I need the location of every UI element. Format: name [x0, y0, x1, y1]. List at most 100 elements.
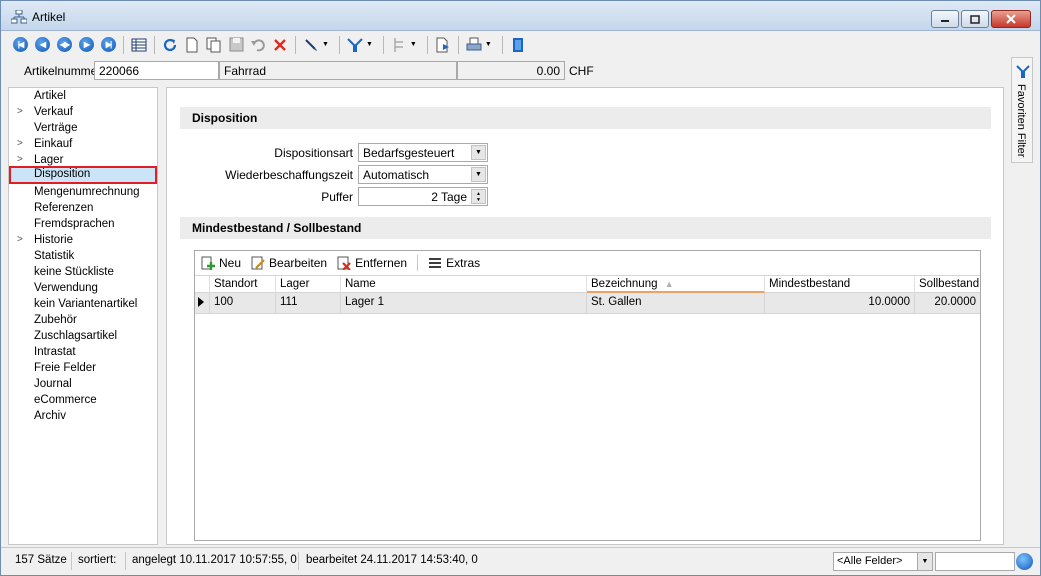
column-header-bezeichnung[interactable]: Bezeichnung ▲	[587, 276, 765, 293]
close-window-button[interactable]	[991, 10, 1031, 28]
filter-icon	[347, 37, 363, 52]
column-header-label: Bezeichnung	[591, 278, 658, 290]
chevron-down-icon[interactable]: ▼	[410, 41, 417, 48]
copy-button[interactable]	[205, 36, 223, 54]
entfernen-button[interactable]: Entfernen	[337, 256, 407, 270]
goto-record-button[interactable]: ◀▶	[55, 36, 73, 54]
sidebar-item-verkauf[interactable]: > Verkauf	[9, 104, 157, 120]
first-record-icon: |◀	[12, 37, 28, 52]
bearbeiten-button[interactable]: Bearbeiten	[251, 256, 327, 270]
list-view-button[interactable]	[130, 36, 148, 54]
sidebar-item-zubehoer[interactable]: Zubehör	[9, 312, 157, 328]
dispositionsart-select[interactable]: Bedarfsgesteuert ▼	[358, 143, 488, 162]
column-header-sollbestand[interactable]: Sollbestand	[915, 276, 980, 293]
column-header-lager[interactable]: Lager	[276, 276, 341, 293]
next-record-icon: ▶	[78, 37, 94, 52]
save-icon	[229, 37, 243, 52]
previous-record-button[interactable]: ◀	[33, 36, 51, 54]
sidebar-item-label: Journal	[34, 378, 72, 390]
first-record-button[interactable]: |◀	[11, 36, 29, 54]
sidebar-item-journal[interactable]: Journal	[9, 376, 157, 392]
window-title: Artikel	[32, 10, 66, 24]
wiederbeschaffungszeit-label-wrap: Wiederbeschaffungszeit	[167, 166, 353, 184]
column-header-mindestbestand[interactable]: Mindestbestand	[765, 276, 915, 293]
chevron-down-icon[interactable]: ▼	[322, 41, 329, 48]
delete-button[interactable]	[271, 36, 289, 54]
favoriten-filter-panel[interactable]: Favoriten Filter	[1011, 57, 1033, 163]
sidebar-item-fremdsprachen[interactable]: Fremdsprachen	[9, 216, 157, 232]
new-document-button[interactable]	[183, 36, 201, 54]
undo-button[interactable]	[249, 36, 267, 54]
sidebar-item-verwendung[interactable]: Verwendung	[9, 280, 157, 296]
refresh-button[interactable]	[161, 36, 179, 54]
status-search-input[interactable]	[935, 552, 1015, 571]
sidebar-item-referenzen[interactable]: Referenzen	[9, 200, 157, 216]
column-header-name[interactable]: Name	[341, 276, 587, 293]
sidebar-item-label: eCommerce	[34, 394, 97, 406]
chevron-down-icon[interactable]: ▼	[917, 552, 933, 571]
save-button[interactable]	[227, 36, 245, 54]
chevron-down-icon[interactable]: ▼	[471, 145, 486, 160]
sidebar-item-label: Verkauf	[34, 106, 73, 118]
globe-search-icon[interactable]	[1016, 553, 1033, 570]
delete-x-icon	[274, 38, 286, 51]
pick-button[interactable]	[302, 36, 320, 54]
disposition-section-title: Disposition	[180, 107, 991, 129]
close-icon	[1006, 14, 1016, 24]
print-button[interactable]	[465, 36, 483, 54]
tree-icon	[394, 37, 403, 52]
last-record-button[interactable]: ▶|	[99, 36, 117, 54]
artikelnummer-input[interactable]: 220066	[94, 61, 219, 80]
maximize-button[interactable]	[961, 10, 989, 28]
artikel-window: Artikel |◀ ◀ ◀▶ ▶ ▶| ▼ ▼ ▼ ▼ Artikelnumm…	[0, 0, 1041, 576]
minimize-icon	[941, 20, 949, 22]
column-header-standort[interactable]: Standort	[210, 276, 276, 293]
puffer-stepper[interactable]: 2 Tage ▲ ▼	[358, 187, 488, 206]
sidebar-item-vertraege[interactable]: Verträge	[9, 120, 157, 136]
dispositionsart-label-wrap: Dispositionsart	[167, 144, 353, 162]
minimize-button[interactable]	[931, 10, 959, 28]
chevron-down-icon[interactable]: ▼	[485, 41, 492, 48]
article-price-field: 0.00	[457, 61, 565, 80]
filter-button[interactable]	[346, 36, 364, 54]
sidebar-item-mengenumrechnung[interactable]: Mengenumrechnung	[9, 184, 157, 200]
printer-icon	[466, 37, 482, 50]
address-book-button[interactable]	[509, 36, 527, 54]
table-row[interactable]: 100 111 Lager 1 St. Gallen 10.0000 20.00…	[195, 293, 980, 314]
neu-button[interactable]: Neu	[201, 256, 241, 270]
sidebar-item-label: Intrastat	[34, 346, 76, 358]
sidebar-item-disposition[interactable]: Disposition	[9, 166, 157, 184]
sidebar-item-ecommerce[interactable]: eCommerce	[9, 392, 157, 408]
extras-label: Extras	[446, 256, 481, 270]
chevron-down-icon[interactable]: ▼	[366, 41, 373, 48]
chevron-right-icon[interactable]: >	[17, 232, 23, 248]
sidebar-item-einkauf[interactable]: > Einkauf	[9, 136, 157, 152]
entfernen-label: Entfernen	[355, 256, 408, 270]
sidebar-item-archiv[interactable]: Archiv	[9, 408, 157, 424]
cell-lager: 111	[276, 293, 341, 313]
chevron-right-icon[interactable]: >	[17, 104, 23, 120]
edit-icon	[251, 256, 265, 270]
sidebar-item-freie-felder[interactable]: Freie Felder	[9, 360, 157, 376]
chevron-down-icon[interactable]: ▼	[471, 167, 486, 182]
stepper-arrows-icon[interactable]: ▲ ▼	[471, 189, 486, 204]
sidebar-item-historie[interactable]: > Historie	[9, 232, 157, 248]
status-separator	[71, 552, 72, 570]
sidebar-item-zuschlagsartikel[interactable]: Zuschlagsartikel	[9, 328, 157, 344]
chevron-right-icon[interactable]: >	[17, 136, 23, 152]
sidebar-item-stueckliste[interactable]: keine Stückliste	[9, 264, 157, 280]
extras-button[interactable]: Extras	[428, 256, 480, 270]
sidebar-item-intrastat[interactable]: Intrastat	[9, 344, 157, 360]
next-record-button[interactable]: ▶	[77, 36, 95, 54]
wiederbeschaffungszeit-select[interactable]: Automatisch ▼	[358, 165, 488, 184]
sidebar-item-statistik[interactable]: Statistik	[9, 248, 157, 264]
sort-status: sortiert:	[78, 554, 117, 566]
sidebar-item-artikel[interactable]: Artikel	[9, 88, 157, 104]
tree-button[interactable]	[390, 36, 408, 54]
field-filter-select[interactable]: <Alle Felder>	[833, 552, 919, 571]
sidebar-item-variantenartikel[interactable]: kein Variantenartikel	[9, 296, 157, 312]
export-button[interactable]	[434, 36, 452, 54]
sidebar-item-label: Disposition	[34, 168, 91, 180]
artikelnummer-label: Artikelnummer	[24, 64, 102, 78]
cell-bezeichnung: St. Gallen	[587, 293, 765, 313]
